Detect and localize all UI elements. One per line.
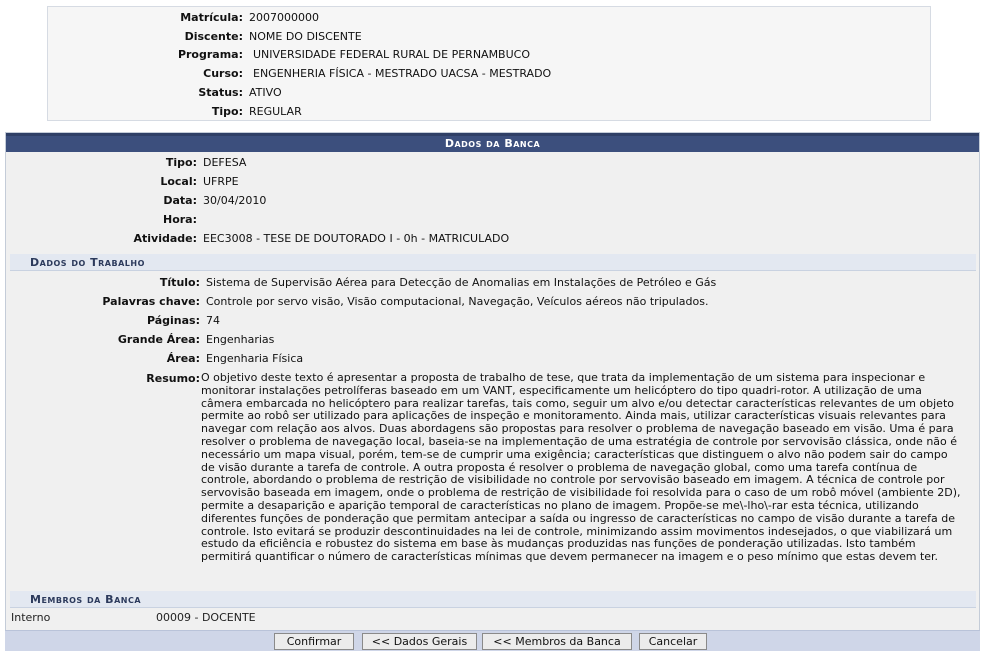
- banca-tipo-value: DEFESA: [203, 156, 247, 169]
- panel-title: Dados da Banca: [6, 133, 979, 152]
- palavras-chave-label: Palavras chave:: [102, 295, 200, 308]
- cancelar-button[interactable]: Cancelar: [639, 633, 707, 650]
- dados-trabalho-section-title: Dados do Trabalho: [10, 254, 976, 271]
- programa-value: UNIVERSIDADE FEDERAL RURAL DE PERNAMBUCO: [253, 48, 530, 61]
- banca-atividade-value: EEC3008 - TESE DE DOUTORADO I - 0h - MAT…: [203, 232, 510, 245]
- dados-gerais-button[interactable]: << Dados Gerais: [362, 633, 477, 650]
- curso-value: ENGENHERIA FÍSICA - MESTRADO UACSA - MES…: [253, 67, 552, 80]
- banca-hora-label: Hora:: [162, 213, 197, 226]
- button-bar: Confirmar << Dados Gerais << Membros da …: [5, 630, 980, 651]
- status-label: Status:: [198, 86, 243, 99]
- paginas-label: Páginas:: [146, 314, 200, 327]
- curso-label: Curso:: [203, 67, 243, 80]
- tipo-aluno-value: REGULAR: [249, 105, 302, 118]
- programa-label: Programa:: [177, 48, 243, 61]
- member-name: 00009 - DOCENTE: [156, 611, 256, 624]
- status-value: ATIVO: [249, 86, 282, 99]
- membros-banca-section-title: Membros da Banca: [10, 591, 976, 608]
- banca-local-value: UFRPE: [203, 175, 239, 188]
- area-value: Engenharia Física: [206, 352, 304, 365]
- member-type: Interno: [11, 611, 51, 624]
- grande-area-value: Engenharias: [206, 333, 275, 346]
- paginas-value: 74: [206, 314, 220, 327]
- tipo-aluno-label: Tipo:: [211, 105, 243, 118]
- banca-data-label: Data:: [163, 194, 197, 207]
- banca-atividade-label: Atividade:: [133, 232, 197, 245]
- discente-value: NOME DO DISCENTE: [249, 30, 362, 43]
- membros-banca-button[interactable]: << Membros da Banca: [482, 633, 632, 650]
- grande-area-label: Grande Área:: [117, 333, 200, 346]
- banca-tipo-label: Tipo:: [165, 156, 197, 169]
- area-label: Área:: [166, 352, 200, 365]
- matricula-value: 2007000000: [249, 11, 319, 24]
- banca-data-value: 30/04/2010: [203, 194, 267, 207]
- resumo-label: Resumo:: [146, 372, 200, 385]
- palavras-chave-value: Controle por servo visão, Visão computac…: [206, 295, 709, 308]
- resumo-text: O objetivo deste texto é apresentar a pr…: [201, 371, 961, 564]
- banca-local-label: Local:: [160, 175, 197, 188]
- confirmar-button[interactable]: Confirmar: [274, 633, 354, 650]
- titulo-label: Título:: [159, 276, 200, 289]
- discente-label: Discente:: [184, 30, 243, 43]
- titulo-value: Sistema de Supervisão Aérea para Detecçã…: [206, 276, 717, 289]
- matricula-label: Matrícula:: [180, 11, 243, 24]
